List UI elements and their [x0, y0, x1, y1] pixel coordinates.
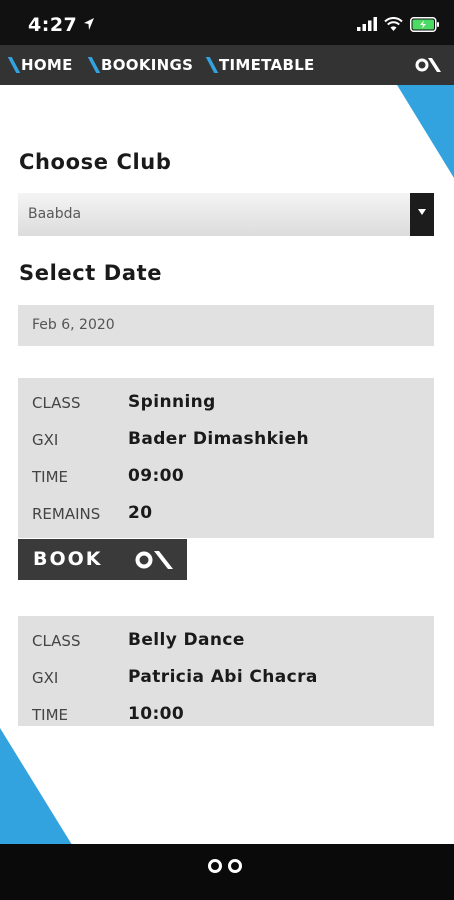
location-arrow-icon [84, 18, 94, 30]
nav-item-bookings[interactable]: BOOKINGS [87, 56, 194, 74]
gxi-key: GXI [32, 431, 59, 449]
remains-value: 20 [128, 503, 153, 523]
status-time: 4:27 [28, 14, 78, 36]
app-screen: 4:27 HOME BOOKINGS TIMETABLE Choose Club… [0, 0, 454, 900]
class-row: CLASS Belly Dance [18, 626, 434, 656]
gxi-row: GXI Bader Dimashkieh [18, 425, 434, 455]
nav-item-timetable[interactable]: TIMETABLE [205, 56, 315, 74]
page-dots-icon [208, 859, 248, 873]
class-key: CLASS [32, 632, 81, 650]
nav-item-label: TIMETABLE [219, 56, 315, 74]
nav-slash-icon [205, 57, 219, 73]
class-card: CLASS Spinning GXI Bader Dimashkieh TIME… [18, 378, 434, 538]
gxi-value: Bader Dimashkieh [128, 429, 309, 449]
time-key: TIME [32, 706, 69, 724]
time-value: 10:00 [128, 704, 185, 724]
status-icons [357, 14, 440, 34]
nav-item-label: HOME [21, 56, 73, 74]
date-field[interactable]: Feb 6, 2020 [18, 305, 434, 346]
status-bar: 4:27 [0, 0, 454, 45]
nav-slash-icon [87, 57, 101, 73]
brand-logo-icon[interactable] [415, 58, 441, 72]
gxi-value: Patricia Abi Chacra [128, 667, 318, 687]
club-select[interactable]: Baabda [18, 193, 434, 236]
time-row: TIME 09:00 [18, 462, 434, 492]
wifi-icon [384, 17, 403, 31]
class-key: CLASS [32, 394, 81, 412]
nav-item-home[interactable]: HOME [7, 56, 73, 74]
time-key: TIME [32, 468, 69, 486]
class-card: CLASS Belly Dance GXI Patricia Abi Chacr… [18, 616, 434, 726]
class-row: CLASS Spinning [18, 388, 434, 418]
remains-row: REMAINS 20 [18, 499, 434, 529]
cellular-signal-icon [357, 17, 377, 31]
class-value: Spinning [128, 392, 216, 412]
time-row: TIME 10:00 [18, 700, 434, 730]
book-button-label: BOOK [33, 548, 103, 570]
time-value: 09:00 [128, 466, 185, 486]
remains-key: REMAINS [32, 505, 101, 523]
date-field-value: Feb 6, 2020 [32, 317, 115, 333]
battery-charging-icon [410, 16, 439, 32]
select-date-heading: Select Date [19, 261, 163, 285]
page-dot-icon [208, 859, 222, 873]
gxi-row: GXI Patricia Abi Chacra [18, 663, 434, 693]
class-value: Belly Dance [128, 630, 245, 650]
book-button[interactable]: BOOK [18, 539, 187, 580]
gxi-key: GXI [32, 669, 59, 687]
brand-logo-icon [135, 551, 173, 569]
bottom-bar [0, 844, 454, 900]
choose-club-heading: Choose Club [19, 150, 172, 174]
page-dot-icon [228, 859, 242, 873]
nav-slash-icon [7, 57, 21, 73]
club-select-value: Baabda [28, 206, 82, 222]
nav-item-label: BOOKINGS [101, 56, 194, 74]
top-nav-bar: HOME BOOKINGS TIMETABLE [0, 45, 454, 85]
dropdown-arrow-icon[interactable] [410, 193, 434, 236]
